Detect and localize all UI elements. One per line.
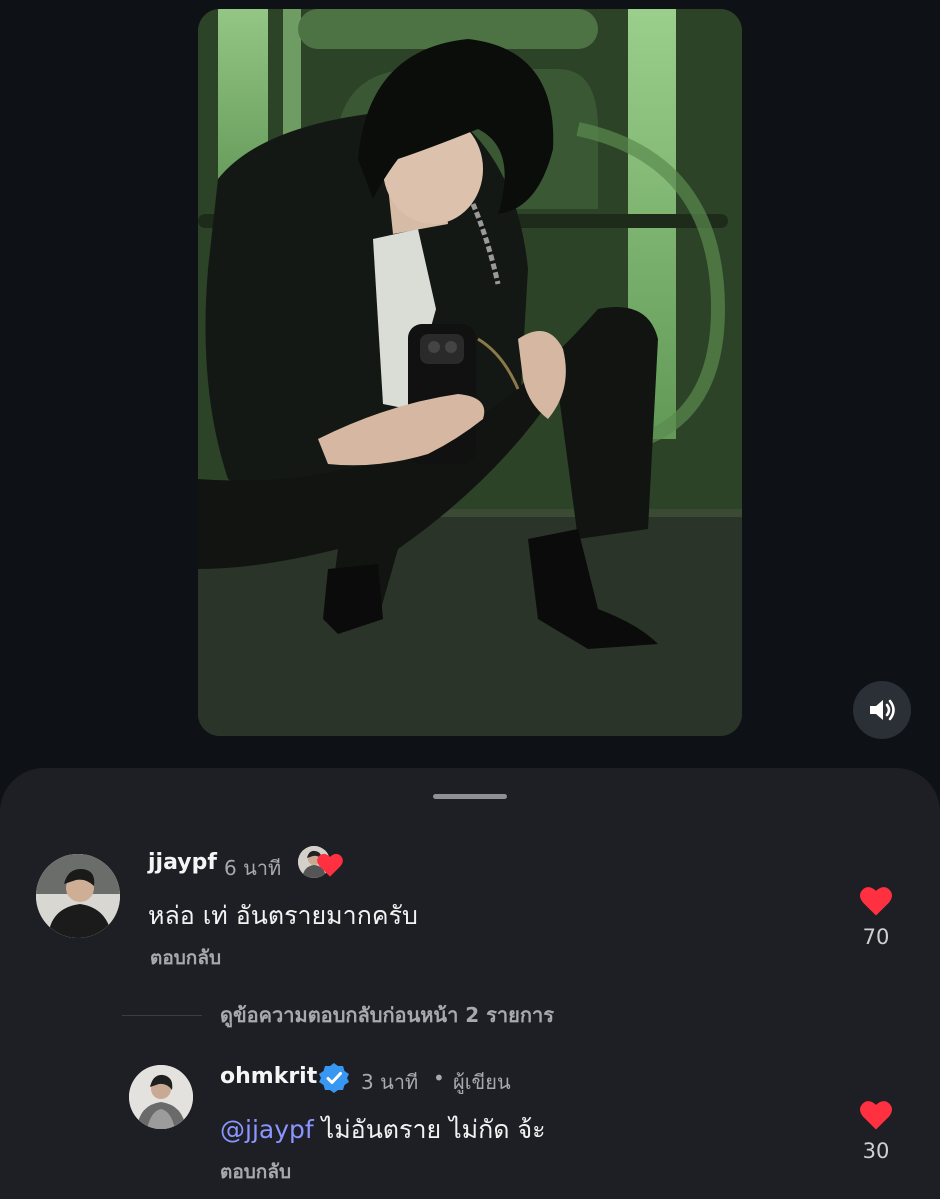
reply-body: ไม่อันตราย ไม่กัด จ้ะ xyxy=(313,1115,546,1144)
reply-username[interactable]: ohmkrit xyxy=(220,1064,317,1089)
sheet-drag-handle[interactable] xyxy=(433,794,507,799)
like-button[interactable]: 70 xyxy=(856,885,896,949)
heart-icon xyxy=(317,853,343,877)
speaker-icon xyxy=(870,699,895,721)
mute-toggle-button[interactable] xyxy=(853,681,911,739)
liked-by-author-badge xyxy=(298,846,346,880)
reply-text: @jjaypf ไม่อันตราย ไม่กัด จ้ะ xyxy=(220,1110,546,1150)
screen: jjaypf 6 นาที หล่อ เท่ อันตรายมากครับ ตอ… xyxy=(0,0,940,1199)
verified-badge-icon xyxy=(319,1063,349,1093)
view-previous-replies-label: ดูข้อความตอบกลับก่อนหน้า 2 รายการ xyxy=(220,1003,554,1027)
reply-time: 3 นาที xyxy=(361,1070,419,1094)
like-count: 30 xyxy=(862,1139,890,1163)
view-previous-replies-button[interactable]: ดูข้อความตอบกลับก่อนหน้า 2 รายการ xyxy=(122,1000,554,1030)
avatar-photo-icon xyxy=(36,854,120,938)
like-button[interactable]: 30 xyxy=(856,1099,896,1163)
mention-link[interactable]: @jjaypf xyxy=(220,1115,314,1144)
avatar[interactable] xyxy=(129,1065,193,1129)
post-photo[interactable] xyxy=(198,9,742,736)
heart-icon xyxy=(860,887,892,916)
avatar[interactable] xyxy=(36,854,120,938)
comment-username[interactable]: jjaypf xyxy=(148,850,217,875)
avatar-photo-icon xyxy=(129,1065,193,1129)
like-count: 70 xyxy=(862,925,890,949)
comment-text: หล่อ เท่ อันตรายมากครับ xyxy=(148,901,418,930)
author-tag: ผู้เขียน xyxy=(453,1070,511,1094)
thread-divider xyxy=(122,1014,202,1016)
reply-button[interactable]: ตอบกลับ xyxy=(220,1157,291,1187)
reply-button[interactable]: ตอบกลับ xyxy=(150,943,221,973)
meta-separator: • xyxy=(433,1066,445,1090)
heart-icon xyxy=(860,1101,892,1130)
comment-time: 6 นาที xyxy=(224,856,282,880)
comment-sheet: jjaypf 6 นาที หล่อ เท่ อันตรายมากครับ ตอ… xyxy=(0,768,940,1199)
photo-illustration xyxy=(198,9,742,736)
